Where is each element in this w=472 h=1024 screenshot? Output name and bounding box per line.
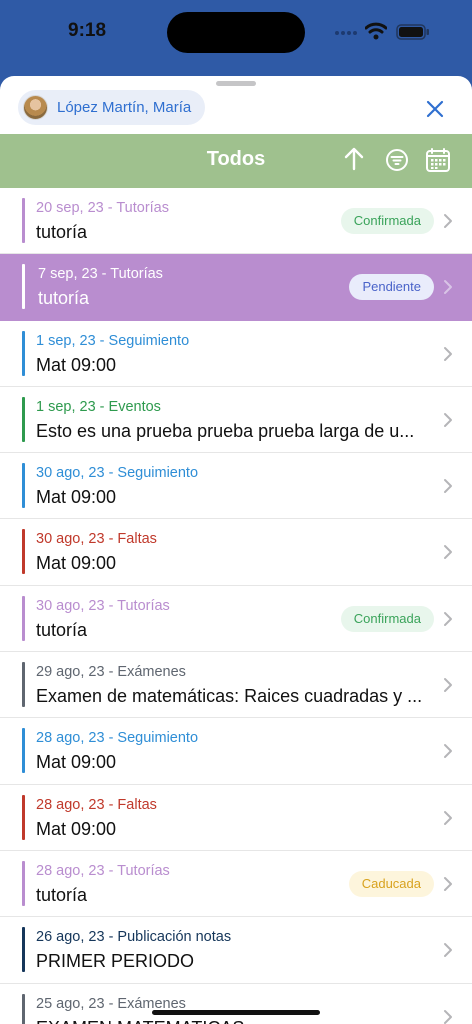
category-accent-bar [22, 728, 25, 774]
category-accent-bar [22, 993, 25, 1024]
chevron-right-icon [444, 876, 452, 891]
list-item[interactable]: 30 ago, 23 - Tutorías tutoría Confirmada [0, 585, 472, 653]
chevron-right-icon [444, 214, 452, 228]
item-date-category: 26 ago, 23 - Publicación notas [36, 929, 232, 946]
item-title: tutoría [38, 288, 90, 309]
chevron-right-icon [444, 346, 452, 361]
list-item[interactable]: 30 ago, 23 - Faltas Mat 09:00 [0, 519, 472, 586]
item-title: Mat 09:00 [36, 818, 117, 839]
chevron-right-icon [444, 611, 452, 626]
home-indicator[interactable] [152, 1010, 320, 1015]
chevron-right-icon [444, 943, 452, 958]
status-badge: Caducada [348, 870, 434, 897]
sheet-grabber[interactable] [216, 81, 256, 86]
category-accent-bar [22, 330, 25, 376]
category-accent-bar [22, 396, 25, 442]
item-title: Mat 09:00 [36, 553, 117, 574]
cellular-signal-icon [335, 31, 357, 35]
status-time: 9:18 [68, 20, 107, 41]
chevron-right-icon [444, 479, 452, 494]
list-item[interactable]: 26 ago, 23 - Publicación notas PRIMER PER… [0, 917, 472, 984]
battery-icon [396, 24, 429, 40]
status-badge: Confirmada [340, 605, 434, 632]
category-accent-bar [22, 662, 25, 708]
item-title: tutoría [36, 884, 88, 905]
item-date-category: 29 ago, 23 - Exámenes [36, 664, 186, 681]
user-chip[interactable]: López Martín, María [18, 90, 206, 125]
category-accent-bar [22, 860, 25, 906]
item-title: Mat 09:00 [36, 752, 117, 773]
status-badge: Confirmada [340, 208, 434, 234]
list-item[interactable]: 1 sep, 23 - Eventos Esto es una prueba pr… [0, 386, 472, 454]
item-date-category: 30 ago, 23 - Seguimiento [36, 465, 199, 482]
item-date-category: 30 ago, 23 - Faltas [36, 531, 157, 548]
category-accent-bar [22, 529, 25, 575]
item-date-category: 30 ago, 23 - Tutorías [36, 597, 170, 614]
category-accent-bar [22, 463, 25, 509]
list-item[interactable]: 1 sep, 23 - Seguimiento Mat 09:00 [0, 320, 472, 387]
chevron-right-icon [444, 412, 452, 427]
chevron-right-icon [444, 810, 452, 825]
chevron-right-icon [444, 744, 452, 759]
list-item[interactable]: 20 sep, 23 - Tutorías tutoría Confirmada [0, 188, 472, 255]
wifi-icon [365, 22, 387, 40]
item-title: Mat 09:00 [36, 354, 117, 375]
events-list: 20 sep, 23 - Tutorías tutoría Confirmada 7 … [0, 188, 472, 1024]
chevron-right-icon [444, 678, 452, 693]
chevron-right-icon [444, 545, 452, 560]
item-date-category: 20 sep, 23 - Tutorías [36, 200, 169, 216]
item-title: Esto es una prueba prueba prueba larga d… [36, 420, 415, 441]
chevron-right-icon [444, 1009, 452, 1024]
sort-ascending-icon[interactable] [343, 146, 365, 172]
category-accent-bar [22, 198, 25, 243]
item-date-category: 1 sep, 23 - Seguimiento [36, 332, 190, 349]
item-date-category: 28 ago, 23 - Seguimiento [36, 730, 199, 747]
avatar [23, 95, 48, 120]
item-title: Mat 09:00 [36, 487, 117, 508]
category-accent-bar [22, 264, 25, 310]
close-icon[interactable] [422, 96, 448, 122]
list-item[interactable]: 28 ago, 23 - Seguimiento Mat 09:00 [0, 718, 472, 785]
item-title: Examen de matemáticas: Raices cuadradas … [36, 686, 423, 707]
dynamic-island [167, 12, 305, 53]
filter-icon[interactable] [385, 148, 409, 172]
item-date-category: 1 sep, 23 - Eventos [36, 398, 161, 415]
user-name: López Martín, María [57, 99, 192, 116]
item-title: tutoría [36, 222, 88, 242]
item-date-category: 28 ago, 23 - Faltas [36, 796, 157, 813]
calendar-icon[interactable] [425, 147, 451, 173]
category-accent-bar [22, 794, 25, 840]
item-title: PRIMER PERIODO [36, 951, 195, 972]
list-item[interactable]: 28 ago, 23 - Tutorías tutoría Caducada [0, 850, 472, 918]
list-item[interactable]: 28 ago, 23 - Faltas Mat 09:00 [0, 784, 472, 851]
chevron-right-icon [444, 280, 452, 295]
item-title: EXAMEN MATEMATICAS [36, 1018, 244, 1024]
item-title: tutoría [36, 619, 88, 640]
status-badge: Pendiente [349, 274, 434, 301]
list-header: Todos [0, 134, 472, 188]
list-item[interactable]: 7 sep, 23 - Tutorías tutoría Pendiente [0, 254, 472, 321]
list-item[interactable]: 30 ago, 23 - Seguimiento Mat 09:00 [0, 453, 472, 520]
category-accent-bar [22, 927, 25, 973]
list-item[interactable]: 25 ago, 23 - ExámenesEXAMEN MATEMATICAS [0, 983, 472, 1024]
item-date-category: 28 ago, 23 - Tutorías [36, 862, 170, 879]
status-bar: 9:18 [0, 0, 472, 66]
list-item[interactable]: 29 ago, 23 - Exámenes Examen de matemátic… [0, 652, 472, 719]
events-sheet: López Martín, María Todos 20 sep, 23 - T [0, 76, 472, 1024]
category-accent-bar [22, 595, 25, 641]
item-date-category: 7 sep, 23 - Tutorías [38, 266, 163, 283]
